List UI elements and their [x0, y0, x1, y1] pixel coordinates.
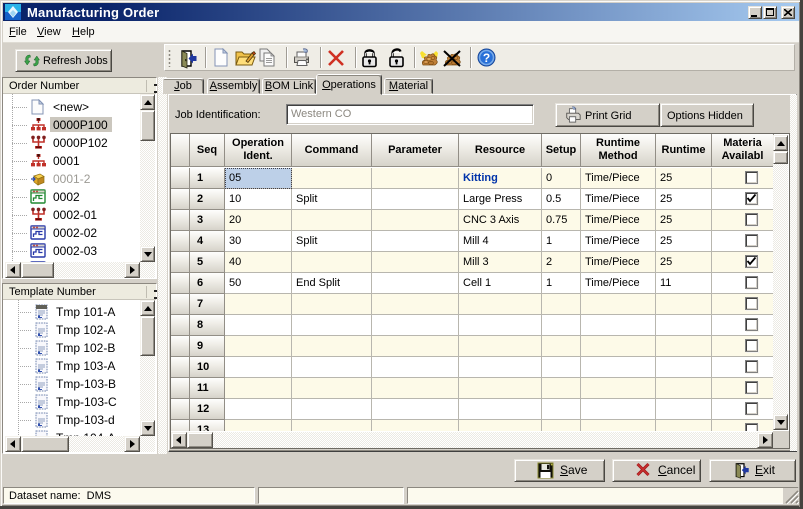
svg-text:?: ?: [483, 51, 490, 65]
